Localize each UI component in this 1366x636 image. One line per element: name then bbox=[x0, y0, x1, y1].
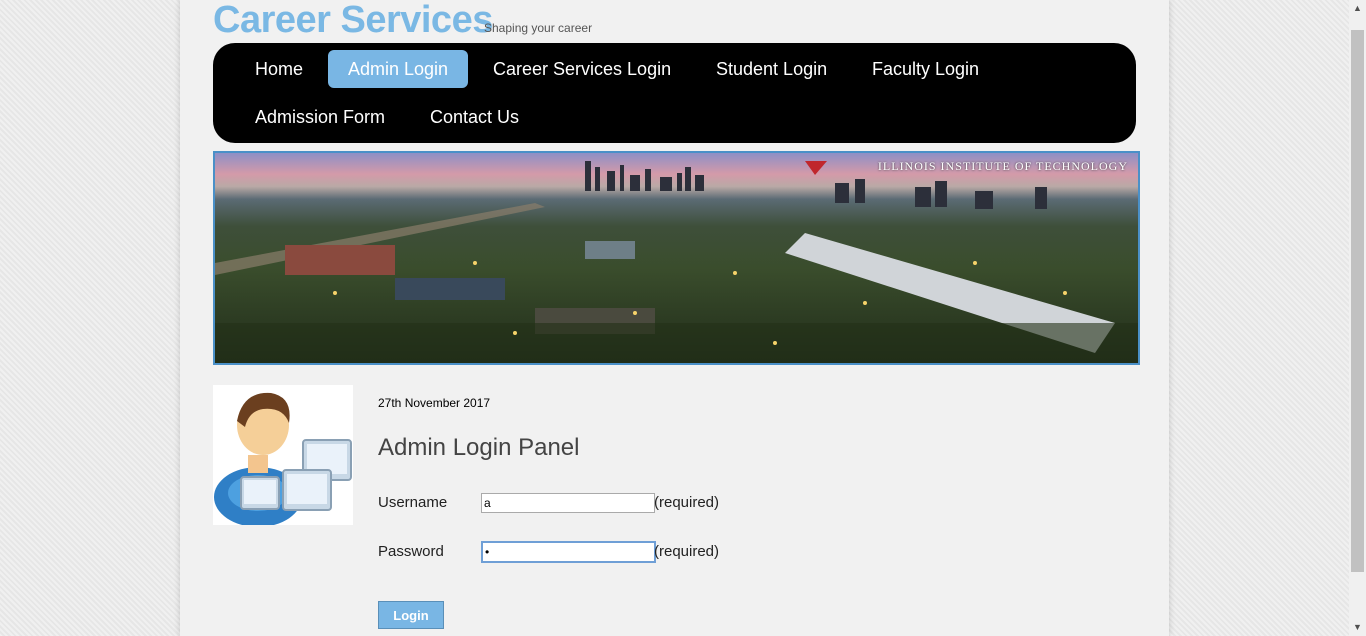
vertical-scrollbar[interactable]: ▲ ▼ bbox=[1349, 0, 1366, 636]
scroll-up-icon[interactable]: ▲ bbox=[1349, 0, 1366, 17]
admin-user-icon bbox=[213, 385, 353, 527]
scroll-thumb[interactable] bbox=[1351, 30, 1364, 572]
username-required-note: (required) bbox=[654, 494, 720, 511]
current-date: 27th November 2017 bbox=[378, 396, 491, 410]
banner-caption: ILLINOIS INSTITUTE OF TECHNOLOGY bbox=[877, 159, 1128, 173]
password-label: Password bbox=[378, 543, 444, 560]
nav-contact-us[interactable]: Contact Us bbox=[410, 98, 539, 136]
nav-career-services-login[interactable]: Career Services Login bbox=[473, 50, 691, 88]
site-logo[interactable]: Career Services bbox=[213, 0, 493, 40]
main-nav: Home Admin Login Career Services Login S… bbox=[213, 43, 1136, 143]
nav-home[interactable]: Home bbox=[235, 50, 323, 88]
nav-admission-form[interactable]: Admission Form bbox=[235, 98, 405, 136]
login-button[interactable]: Login bbox=[378, 601, 444, 629]
site-tagline: Shaping your career bbox=[484, 21, 593, 35]
username-label: Username bbox=[378, 494, 448, 511]
username-input[interactable] bbox=[481, 493, 655, 513]
page-title: Admin Login Panel bbox=[378, 434, 580, 461]
scroll-down-icon[interactable]: ▼ bbox=[1349, 619, 1366, 636]
nav-admin-login[interactable]: Admin Login bbox=[328, 50, 469, 88]
nav-student-login[interactable]: Student Login bbox=[696, 50, 847, 88]
password-input[interactable] bbox=[481, 541, 656, 563]
password-required-note: (required) bbox=[654, 543, 720, 560]
nav-faculty-login[interactable]: Faculty Login bbox=[852, 50, 999, 88]
campus-banner-image: ILLINOIS INSTITUTE OF TECHNOLOGY bbox=[213, 151, 1140, 365]
